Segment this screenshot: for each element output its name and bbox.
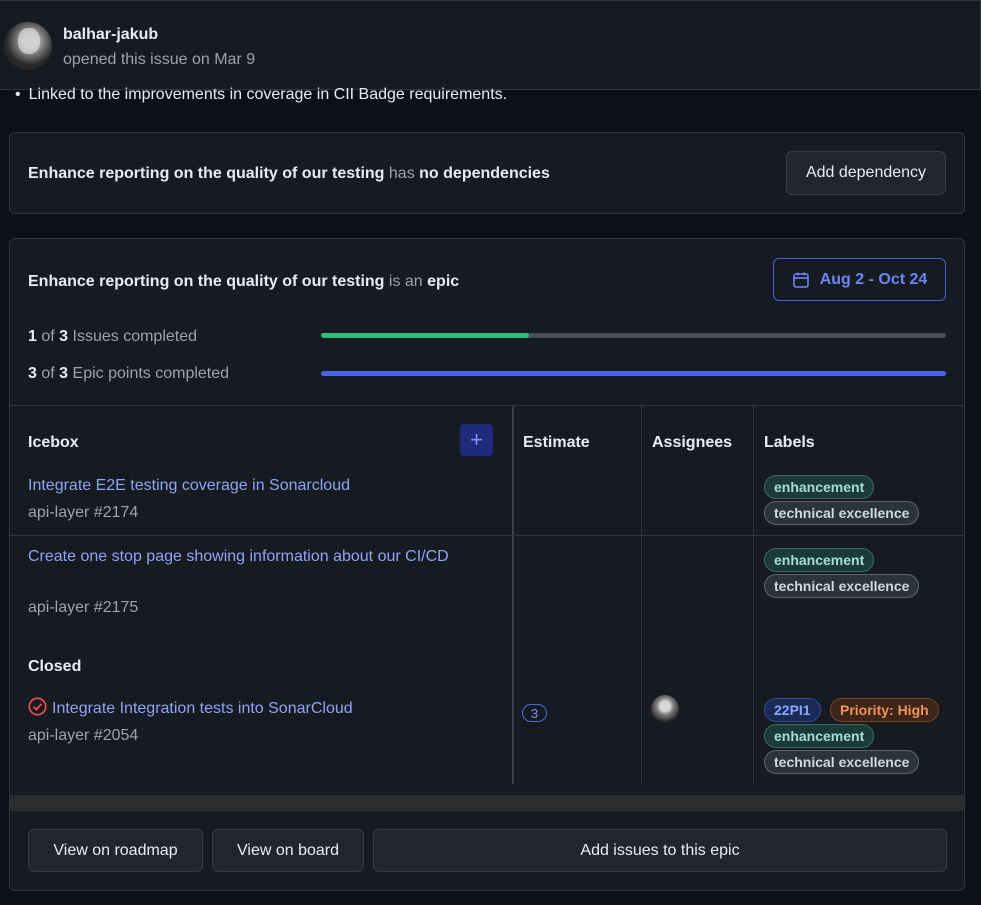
issues-progress-label: 1 of 3 Issues completed: [28, 328, 197, 346]
points-progress-fill: [321, 371, 946, 376]
epic-word: epic: [427, 273, 460, 290]
dependency-status: no dependencies: [419, 165, 550, 182]
column-assignees: Assignees: [652, 434, 733, 451]
points-progress-bar: [321, 371, 946, 376]
assignee-avatar[interactable]: [651, 695, 679, 723]
horizontal-scrollbar[interactable]: [10, 795, 964, 811]
column-estimate: Estimate: [523, 434, 590, 451]
estimate-badge: 3: [522, 704, 547, 722]
points-total: 3: [59, 365, 69, 382]
add-issues-to-epic-button[interactable]: Add issues to this epic: [373, 829, 947, 872]
column-divider: [753, 406, 754, 784]
row-divider: [10, 535, 964, 536]
date-range-text: Aug 2 - Oct 24: [819, 270, 928, 288]
points-done: 3: [28, 365, 37, 382]
view-on-board-button[interactable]: View on board: [212, 829, 364, 872]
column-divider: [641, 406, 642, 784]
add-issue-button[interactable]: +: [460, 424, 493, 456]
issues-progress-bar: [321, 333, 946, 338]
has-text: has: [388, 165, 415, 182]
column-labels: Labels: [764, 434, 815, 451]
label-technical-excellence[interactable]: technical excellence: [764, 750, 920, 774]
closed-check-icon: [28, 697, 47, 716]
issues-progress-fill: [321, 333, 530, 338]
add-dependency-button[interactable]: Add dependency: [786, 151, 946, 195]
issue-ref: api-layer #2174: [28, 504, 139, 521]
issues-done: 1: [28, 328, 37, 345]
bullet-text: Linked to the improvements in coverage i…: [28, 86, 508, 103]
issues-total: 3: [59, 328, 69, 345]
epic-issues-table: Icebox + Estimate Assignees Labels Integ…: [10, 405, 964, 784]
author-avatar[interactable]: [4, 22, 52, 70]
date-range-button[interactable]: Aug 2 - Oct 24: [773, 258, 946, 301]
dependency-issue-title: Enhance reporting on the quality of our …: [28, 165, 385, 182]
label-technical-excellence[interactable]: technical excellence: [764, 501, 920, 525]
issue-header: balhar-jakub opened this issue on Mar 9: [0, 0, 981, 90]
issue-title-link[interactable]: Integrate Integration tests into SonarCl…: [52, 698, 492, 720]
issue-ref: api-layer #2175: [28, 599, 139, 616]
label-priority-high[interactable]: Priority: High: [830, 698, 939, 722]
issue-ref: api-layer #2054: [28, 727, 139, 744]
opened-text: opened this issue on Mar 9: [63, 51, 256, 68]
label-enhancement[interactable]: enhancement: [764, 724, 875, 748]
issues-label: Issues completed: [72, 328, 198, 345]
points-label: Epic points completed: [72, 365, 230, 382]
label-22pi1[interactable]: 22PI1: [764, 698, 821, 722]
epic-issue-title: Enhance reporting on the quality of our …: [28, 273, 385, 290]
dependencies-panel: Enhance reporting on the quality of our …: [9, 132, 965, 214]
points-of: of: [41, 365, 55, 382]
issue-title-link[interactable]: Create one stop page showing information…: [28, 546, 468, 568]
label-enhancement[interactable]: enhancement: [764, 548, 875, 572]
closed-heading: Closed: [28, 658, 82, 675]
column-divider: [512, 406, 514, 784]
epic-panel: Enhance reporting on the quality of our …: [9, 238, 965, 891]
label-technical-excellence[interactable]: technical excellence: [764, 574, 920, 598]
view-on-roadmap-button[interactable]: View on roadmap: [28, 829, 203, 872]
issues-of: of: [41, 328, 55, 345]
column-icebox: Icebox: [28, 434, 79, 451]
label-enhancement[interactable]: enhancement: [764, 475, 875, 499]
dependencies-text: Enhance reporting on the quality of our …: [28, 165, 550, 183]
issue-title-link[interactable]: Integrate E2E testing coverage in Sonarc…: [28, 475, 468, 497]
author-name[interactable]: balhar-jakub: [63, 26, 158, 44]
is-an-text: is an: [388, 273, 423, 290]
calendar-icon: [792, 272, 809, 288]
epic-title: Enhance reporting on the quality of our …: [28, 273, 459, 291]
list-item: Linked to the improvements in coverage i…: [15, 86, 507, 104]
points-progress-label: 3 of 3 Epic points completed: [28, 365, 229, 383]
